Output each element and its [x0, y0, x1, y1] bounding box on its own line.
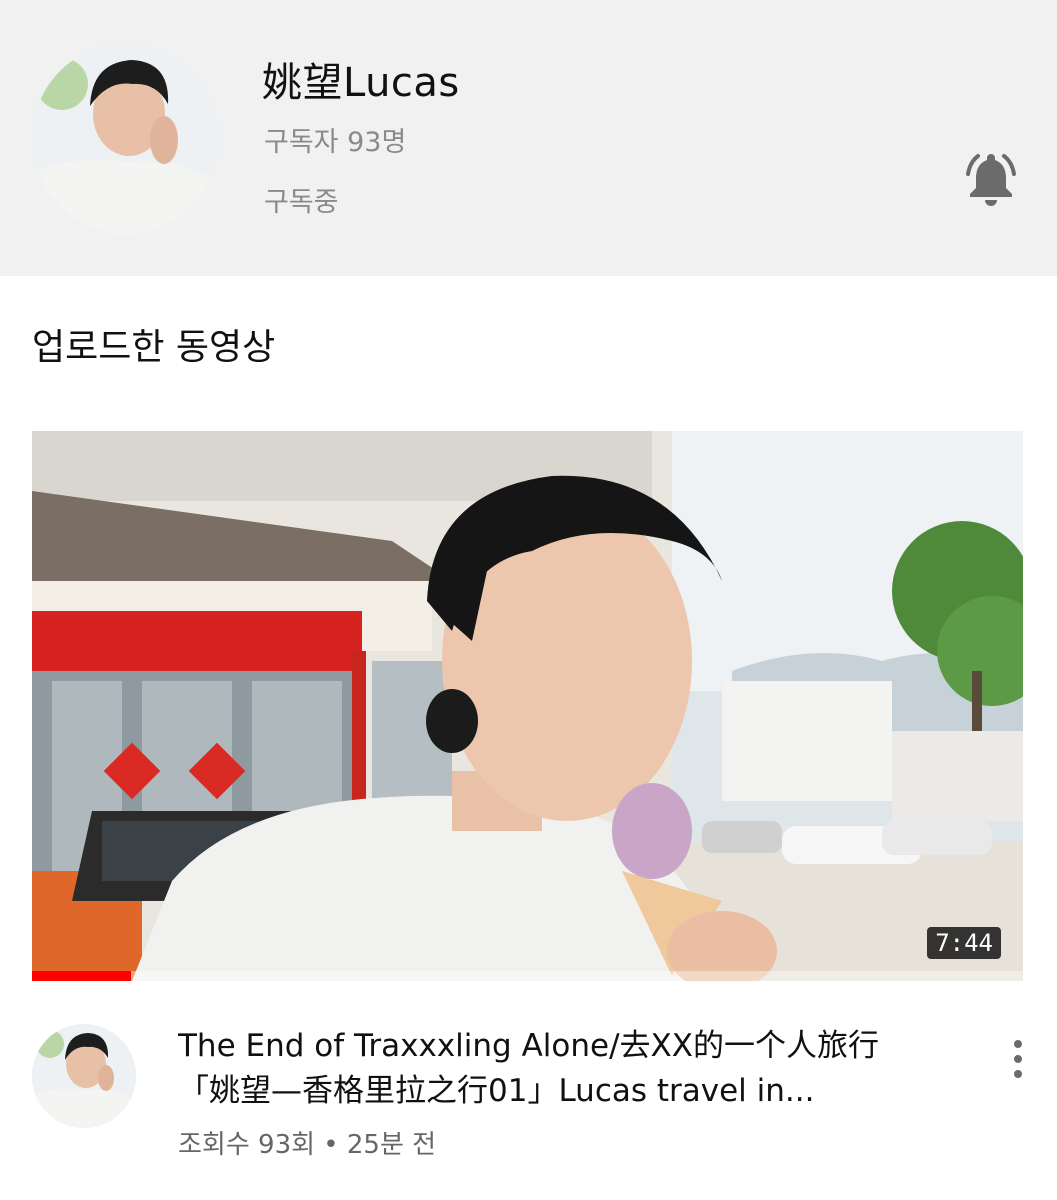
- uploaded-videos-heading: 업로드한 동영상: [32, 327, 276, 368]
- video-channel-avatar[interactable]: [32, 1024, 136, 1128]
- channel-name: 姚望Lucas: [262, 60, 460, 106]
- video-metadata: 조회수 93회 • 25분 전: [178, 1130, 437, 1160]
- video-duration-badge: 7:44: [927, 927, 1001, 959]
- watch-progress-track: [32, 971, 1023, 981]
- more-vert-icon[interactable]: [1004, 1040, 1032, 1084]
- bell-icon[interactable]: [960, 148, 1022, 208]
- video-thumbnail[interactable]: 7:44: [32, 431, 1023, 981]
- channel-header: 姚望Lucas 구독자 93명 구독중: [0, 0, 1057, 276]
- subscribed-status[interactable]: 구독중: [264, 180, 339, 219]
- channel-avatar[interactable]: [32, 44, 218, 234]
- subscriber-count: 구독자 93명: [264, 127, 407, 158]
- watch-progress-fill: [32, 971, 132, 981]
- video-title[interactable]: The End of Traxxxling Alone/去XX的一个人旅行「姚望…: [178, 1024, 938, 1114]
